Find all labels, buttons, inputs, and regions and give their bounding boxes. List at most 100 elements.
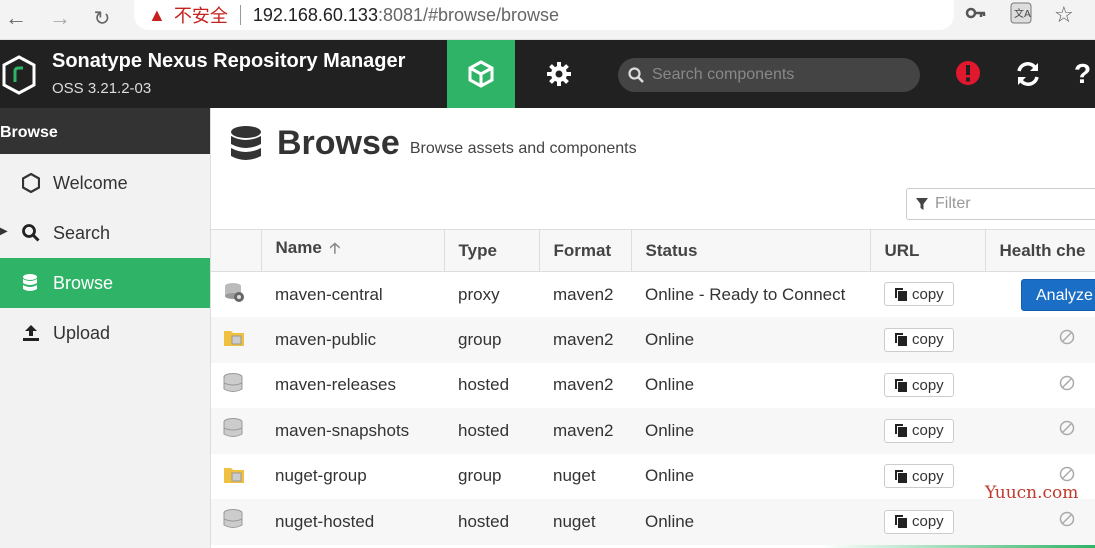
sidebar-item-label: Browse [53, 272, 114, 293]
sidebar-item-welcome[interactable]: Welcome [0, 158, 210, 208]
nexus-logo-icon[interactable] [2, 55, 36, 95]
page-header: Browse Browse assets and components [229, 124, 637, 163]
address-bar[interactable]: ▲ 不安全 192.168.60.133 :8081/#browse/brows… [134, 0, 954, 30]
table-row[interactable]: maven-public group maven2 Online copy [211, 317, 1095, 363]
repo-icon-cell [211, 272, 261, 318]
repo-format: nuget [553, 466, 596, 486]
watermark-text: Yuucn.com [985, 483, 1079, 503]
repo-type: hosted [458, 375, 510, 395]
database-icon [231, 125, 261, 160]
app-version: OSS 3.21.2-03 [52, 80, 152, 97]
sidebar-item-browse[interactable]: Browse [0, 258, 210, 308]
health-check-cell [985, 363, 1095, 409]
proxy-repo-icon [223, 283, 245, 307]
icon-column-header [211, 229, 262, 272]
repo-name: nuget-hosted [275, 511, 375, 531]
back-arrow-icon[interactable]: ← [2, 4, 30, 32]
repo-status: Online [645, 375, 695, 395]
repo-name: maven-central [275, 284, 383, 304]
copy-url-button[interactable]: copy [884, 327, 954, 352]
copy-label: copy [912, 513, 944, 530]
table-row[interactable]: maven-releases hosted maven2 Online copy [211, 363, 1095, 409]
repo-name: nuget-group [275, 466, 367, 486]
reload-icon[interactable]: ↻ [88, 4, 116, 32]
column-header-health-check[interactable]: Health che [985, 229, 1095, 272]
upload-icon [22, 324, 44, 342]
alert-icon[interactable] [955, 60, 981, 91]
database-icon [22, 273, 44, 293]
copy-icon [895, 469, 907, 483]
main-content: Browse Browse assets and components Name… [211, 108, 1095, 548]
page-title: Browse [277, 124, 400, 162]
repo-url-cell: copy [870, 499, 985, 545]
svg-text:文A: 文A [1014, 7, 1031, 20]
hosted-repo-icon [223, 372, 243, 398]
key-icon[interactable] [965, 2, 987, 30]
table-row[interactable]: maven-central proxy maven2 Online - Read… [211, 272, 1095, 318]
copy-url-button[interactable]: copy [884, 282, 954, 307]
column-header-label: Name [275, 238, 322, 257]
cube-icon [468, 60, 494, 88]
repo-status: Online - Ready to Connect [645, 284, 846, 304]
health-check-cell: Analyze [985, 272, 1095, 318]
repo-icon-cell [211, 363, 261, 409]
health-check-cell [985, 408, 1095, 454]
forward-arrow-icon[interactable]: → [46, 4, 74, 32]
repo-type: group [458, 329, 502, 349]
not-available-icon [999, 329, 1075, 349]
health-check-cell [985, 317, 1095, 363]
translate-icon[interactable]: 文A [1010, 2, 1032, 30]
filter-box[interactable] [906, 188, 1095, 220]
copy-label: copy [912, 331, 944, 348]
help-icon[interactable]: ? [1074, 58, 1091, 90]
repo-format: maven2 [553, 284, 614, 304]
column-header-status[interactable]: Status [631, 229, 871, 272]
repo-url-cell: copy [870, 317, 985, 363]
repo-status: Online [645, 466, 695, 486]
copy-url-button[interactable]: copy [884, 464, 954, 488]
repo-type: proxy [458, 284, 500, 304]
column-header-name[interactable]: Name 🡡 [261, 229, 445, 272]
table-row[interactable]: nuget-hosted hosted nuget Online copy [211, 499, 1095, 545]
copy-label: copy [912, 422, 944, 439]
table-row[interactable]: maven-snapshots hosted maven2 Online cop… [211, 408, 1095, 454]
repo-name: maven-releases [275, 375, 396, 395]
column-header-type[interactable]: Type [444, 229, 540, 272]
repo-name: maven-public [275, 329, 377, 349]
hexagon-icon [22, 173, 44, 193]
sidebar-item-label: Upload [53, 322, 111, 343]
repo-icon-cell [211, 317, 261, 363]
administration-mode-button[interactable] [525, 40, 593, 108]
filter-input[interactable] [935, 195, 1095, 213]
browse-mode-button[interactable] [447, 40, 515, 108]
sidebar-item-upload[interactable]: Upload [0, 308, 210, 358]
copy-url-button[interactable]: copy [884, 418, 954, 443]
column-header-format[interactable]: Format [539, 229, 632, 272]
sidebar-item-search[interactable]: ▶ Search [0, 208, 210, 258]
refresh-icon[interactable] [1014, 60, 1042, 93]
bookmark-star-icon[interactable]: ☆ [1054, 2, 1074, 28]
warning-icon: ▲ [148, 4, 166, 25]
repo-status: Online [645, 420, 695, 440]
repo-type: hosted [458, 420, 510, 440]
repo-url-cell: copy [870, 454, 985, 500]
analyze-button[interactable]: Analyze [1021, 278, 1095, 311]
search-components-box[interactable] [618, 58, 920, 92]
copy-url-button[interactable]: copy [884, 509, 954, 534]
expand-arrow-icon[interactable]: ▶ [0, 226, 8, 237]
repo-format: nuget [553, 511, 596, 531]
gear-icon [547, 62, 571, 86]
copy-label: copy [912, 376, 944, 394]
group-repo-icon [223, 467, 245, 488]
search-icon [628, 67, 644, 83]
address-separator [239, 5, 241, 25]
repo-url-cell: copy [870, 272, 985, 318]
hosted-repo-icon [223, 509, 243, 534]
search-components-input[interactable] [652, 66, 912, 84]
not-available-icon [999, 375, 1075, 395]
column-header-url[interactable]: URL [870, 229, 986, 272]
repo-type: hosted [458, 511, 510, 531]
copy-url-button[interactable]: copy [884, 373, 954, 397]
page-subtitle: Browse assets and components [409, 139, 637, 157]
table-row[interactable]: nuget-group group nuget Online copy [211, 454, 1095, 500]
